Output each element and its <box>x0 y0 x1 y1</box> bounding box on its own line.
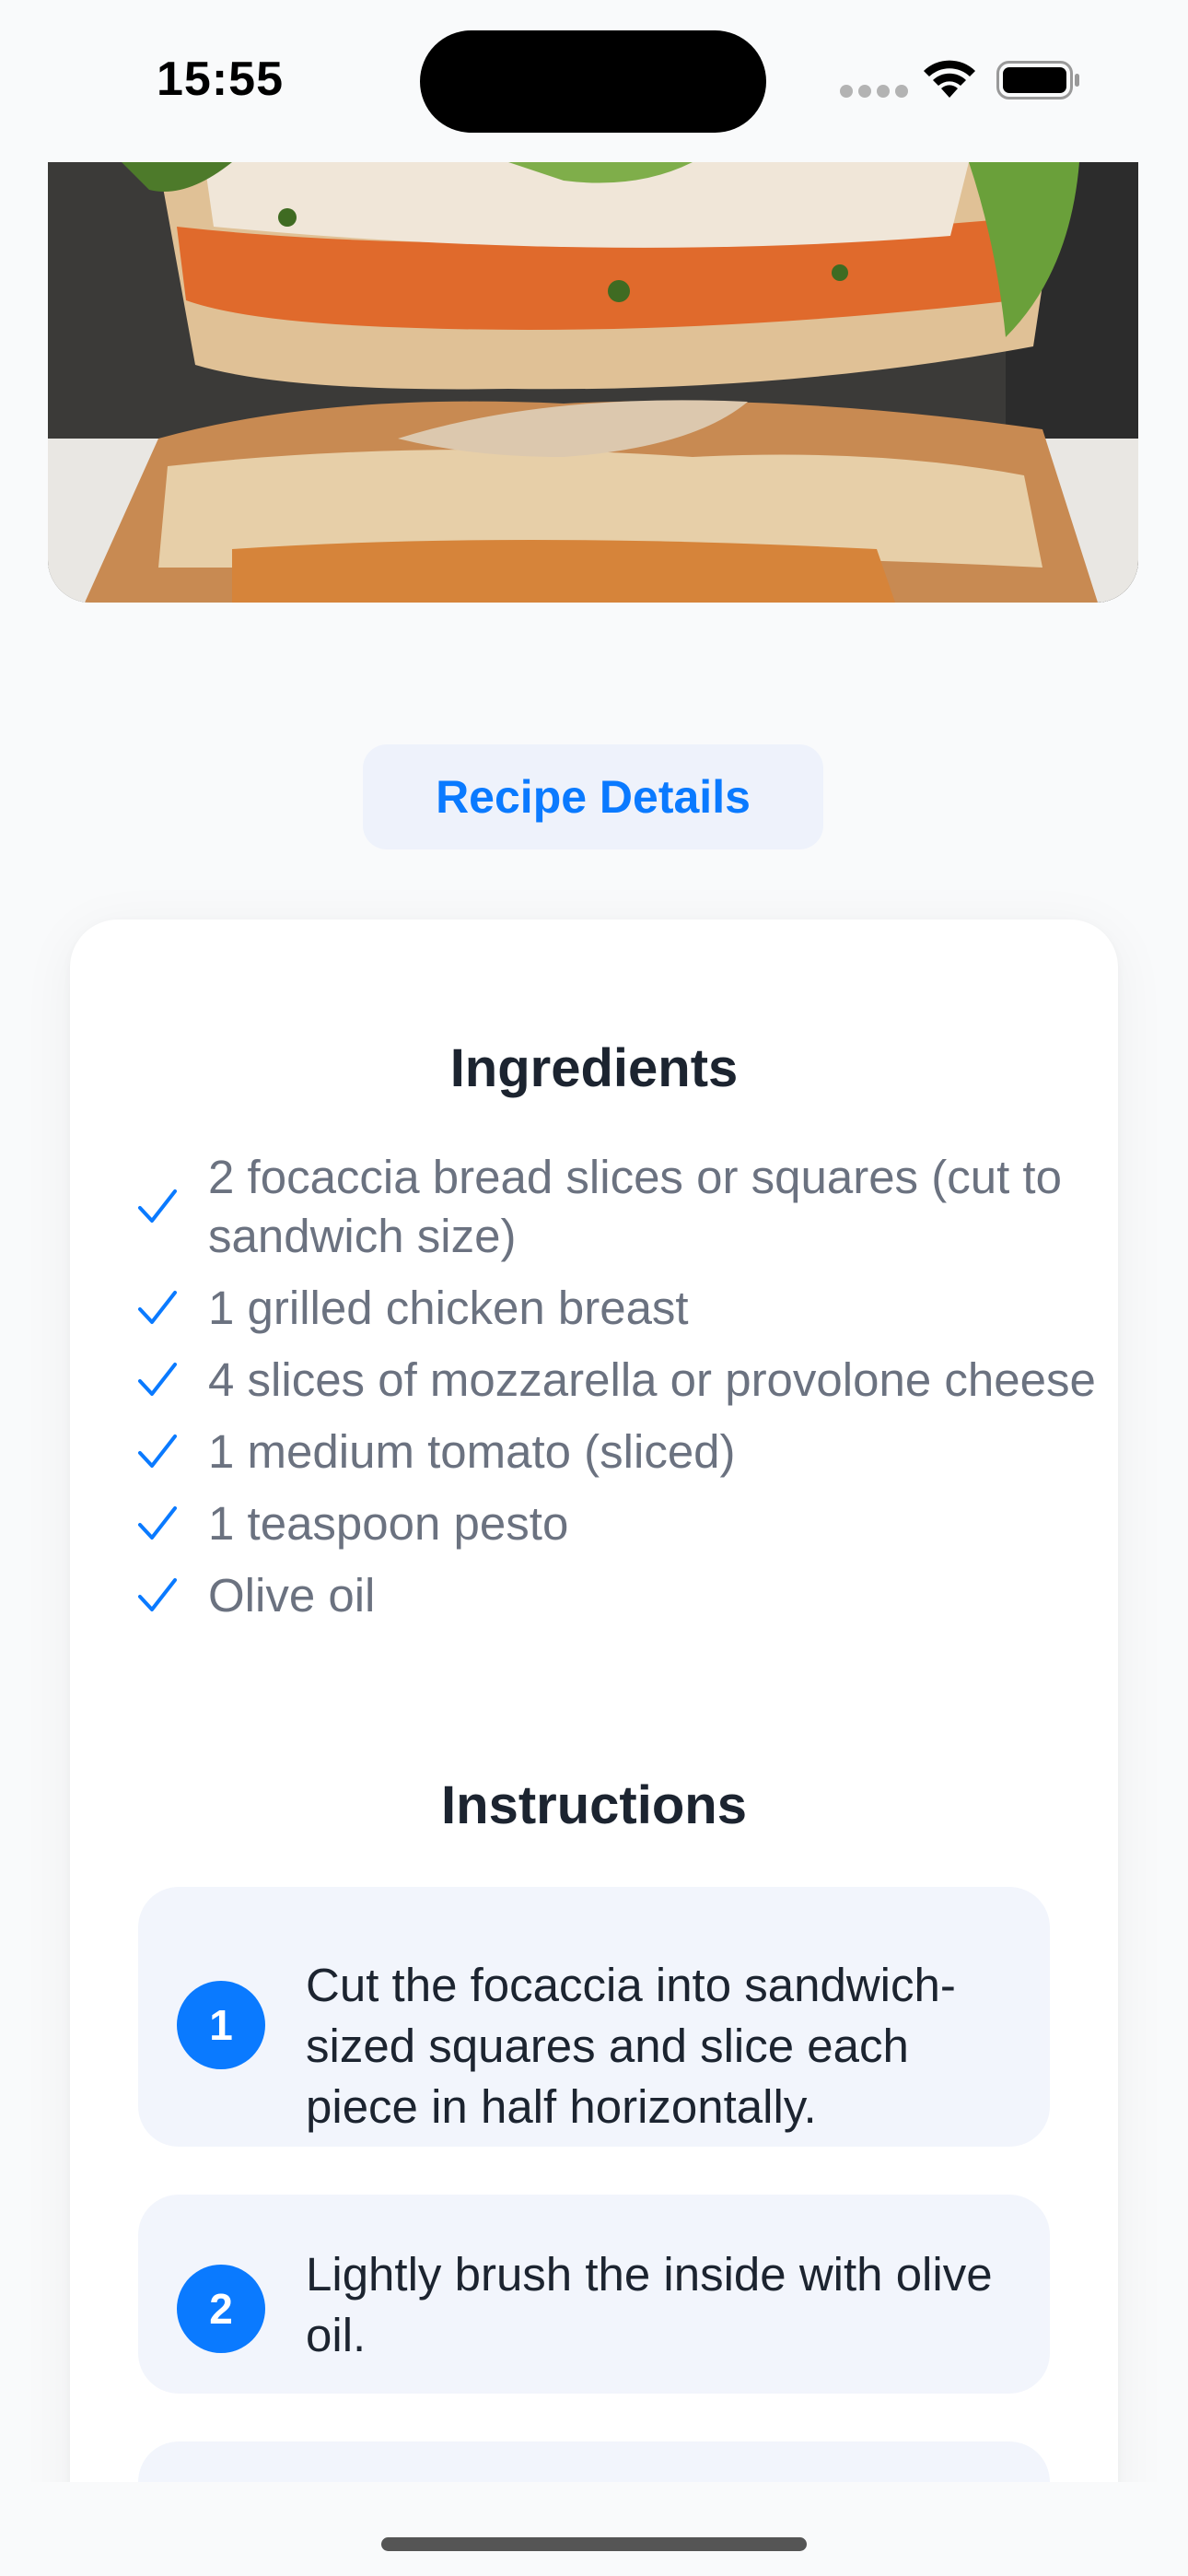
check-icon <box>138 1434 177 1468</box>
instructions-heading: Instructions <box>441 1775 747 1835</box>
check-icon <box>138 1363 177 1396</box>
status-bar: 15:55 <box>0 0 1188 162</box>
ingredient-text: 2 focaccia bread slices or squares (cut … <box>208 1151 1062 1262</box>
home-indicator[interactable] <box>381 2537 807 2551</box>
instruction-step: 2 Lightly brush the inside with olive oi… <box>138 2195 1050 2394</box>
wifi-icon <box>924 60 975 98</box>
step-text: Lightly brush the inside with olive oil. <box>306 2248 993 2361</box>
recipe-hero-image <box>48 162 1138 603</box>
step-number-badge: 2 <box>177 2265 265 2353</box>
ingredient-item: 1 medium tomato (sliced) <box>136 1423 1131 1481</box>
ingredient-text: 1 grilled chicken breast <box>208 1282 689 1334</box>
ingredient-item: 1 teaspoon pesto <box>136 1494 1131 1553</box>
instruction-step: 1 Cut the focaccia into sandwich-sized s… <box>138 1887 1050 2147</box>
ingredient-text: Olive oil <box>208 1569 376 1622</box>
check-icon <box>138 1291 177 1324</box>
step-number-badge: 1 <box>177 1981 265 2069</box>
ingredient-text: 1 medium tomato (sliced) <box>208 1425 736 1478</box>
ingredient-text: 4 slices of mozzarella or provolone chee… <box>208 1353 1096 1406</box>
ingredient-item: 4 slices of mozzarella or provolone chee… <box>136 1351 1131 1410</box>
ingredient-item: Olive oil <box>136 1566 1131 1625</box>
check-icon <box>138 1506 177 1540</box>
ingredient-item: 2 focaccia bread slices or squares (cut … <box>136 1148 1131 1266</box>
sandwich-illustration <box>48 162 1138 603</box>
status-time: 15:55 <box>157 53 284 106</box>
cellular-signal-icon <box>840 85 908 98</box>
check-icon <box>138 1189 177 1223</box>
recipe-details-button[interactable]: Recipe Details <box>363 744 823 849</box>
ingredient-item: 1 grilled chicken breast <box>136 1279 1131 1338</box>
home-indicator-area <box>0 2482 1188 2576</box>
step-text: Cut the focaccia into sandwich-sized squ… <box>306 1959 956 2133</box>
ingredient-text: 1 teaspoon pesto <box>208 1497 569 1550</box>
ingredients-list: 2 focaccia bread slices or squares (cut … <box>136 1148 1131 1638</box>
dynamic-island <box>420 30 766 133</box>
battery-icon <box>996 61 1079 100</box>
ingredients-heading: Ingredients <box>449 1038 739 1098</box>
check-icon <box>138 1578 177 1611</box>
